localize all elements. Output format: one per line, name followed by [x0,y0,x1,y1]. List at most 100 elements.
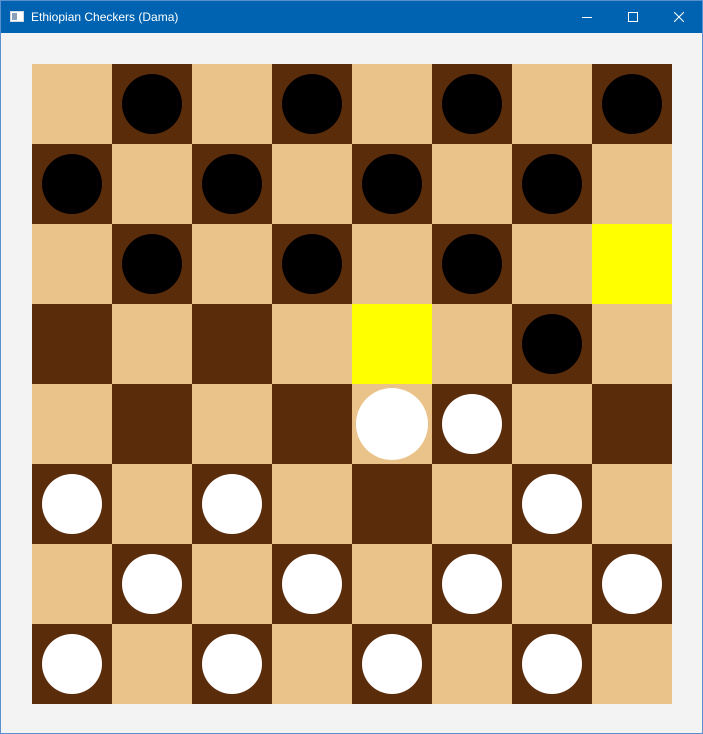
board-square-r2-c4 [352,224,432,304]
move-target-square-r2-c7[interactable] [592,224,672,304]
board-square-r0-c5[interactable] [432,64,512,144]
board-square-r4-c3[interactable] [272,384,352,464]
board-square-r6-c4 [352,544,432,624]
board-square-r7-c7 [592,624,672,704]
board-square-r0-c6 [512,64,592,144]
board-square-r6-c0 [32,544,112,624]
black-piece[interactable] [42,154,102,214]
board-square-r1-c0[interactable] [32,144,112,224]
board-square-r7-c1 [112,624,192,704]
board-square-r3-c1 [112,304,192,384]
board-square-r0-c2 [192,64,272,144]
white-piece[interactable] [362,634,422,694]
board-square-r0-c4 [352,64,432,144]
white-piece[interactable] [202,634,262,694]
selected-white-piece[interactable] [356,388,428,460]
board-square-r4-c7[interactable] [592,384,672,464]
white-piece[interactable] [42,634,102,694]
board-square-r4-c2 [192,384,272,464]
white-piece[interactable] [522,474,582,534]
black-piece[interactable] [602,74,662,134]
board-square-r5-c6[interactable] [512,464,592,544]
move-target-square-r3-c4[interactable] [352,304,432,384]
board-square-r1-c1 [112,144,192,224]
checkers-board[interactable] [32,64,672,704]
black-piece[interactable] [362,154,422,214]
title-bar[interactable]: Ethiopian Checkers (Dama) [1,1,702,33]
board-square-r4-c1[interactable] [112,384,192,464]
board-square-r2-c1[interactable] [112,224,192,304]
app-window: Ethiopian Checkers (Dama) [0,0,703,734]
white-piece[interactable] [122,554,182,614]
board-square-r0-c3[interactable] [272,64,352,144]
board-square-r6-c2 [192,544,272,624]
board-square-r6-c5[interactable] [432,544,512,624]
white-piece[interactable] [602,554,662,614]
board-square-r2-c0 [32,224,112,304]
white-piece[interactable] [522,634,582,694]
white-piece[interactable] [42,474,102,534]
black-piece[interactable] [522,154,582,214]
board-square-r5-c2[interactable] [192,464,272,544]
white-piece[interactable] [282,554,342,614]
white-piece[interactable] [442,554,502,614]
close-button[interactable] [656,1,702,33]
board-square-r6-c1[interactable] [112,544,192,624]
black-piece[interactable] [122,74,182,134]
app-window-icon [10,11,24,22]
board-square-r4-c6 [512,384,592,464]
game-area [1,33,702,733]
board-square-r3-c3 [272,304,352,384]
board-square-r1-c6[interactable] [512,144,592,224]
white-piece[interactable] [202,474,262,534]
board-square-r7-c2[interactable] [192,624,272,704]
maximize-button[interactable] [610,1,656,33]
board-square-r7-c0[interactable] [32,624,112,704]
board-square-r4-c0 [32,384,112,464]
board-square-r5-c1 [112,464,192,544]
board-square-r1-c7 [592,144,672,224]
black-piece[interactable] [442,74,502,134]
board-square-r1-c4[interactable] [352,144,432,224]
board-square-r1-c2[interactable] [192,144,272,224]
board-square-r3-c0[interactable] [32,304,112,384]
board-square-r5-c4[interactable] [352,464,432,544]
board-square-r1-c5 [432,144,512,224]
board-square-r7-c4[interactable] [352,624,432,704]
board-square-r4-c4 [352,384,432,464]
white-piece[interactable] [442,394,502,454]
board-square-r3-c7 [592,304,672,384]
board-square-r7-c5 [432,624,512,704]
board-square-r2-c5[interactable] [432,224,512,304]
board-square-r3-c6[interactable] [512,304,592,384]
board-square-r5-c7 [592,464,672,544]
board-square-r6-c3[interactable] [272,544,352,624]
board-square-r3-c2[interactable] [192,304,272,384]
board-square-r5-c0[interactable] [32,464,112,544]
board-square-r0-c7[interactable] [592,64,672,144]
black-piece[interactable] [522,314,582,374]
board-square-r6-c7[interactable] [592,544,672,624]
board-square-r0-c0 [32,64,112,144]
black-piece[interactable] [282,234,342,294]
minimize-button[interactable] [564,1,610,33]
black-piece[interactable] [122,234,182,294]
board-square-r7-c3 [272,624,352,704]
board-square-r4-c5[interactable] [432,384,512,464]
window-title: Ethiopian Checkers (Dama) [31,10,179,24]
board-square-r5-c3 [272,464,352,544]
black-piece[interactable] [442,234,502,294]
board-square-r2-c6 [512,224,592,304]
board-square-r7-c6[interactable] [512,624,592,704]
minimize-icon [582,17,592,18]
black-piece[interactable] [282,74,342,134]
board-square-r0-c1[interactable] [112,64,192,144]
board-square-r2-c3[interactable] [272,224,352,304]
close-icon [674,12,684,22]
board-square-r5-c5 [432,464,512,544]
maximize-icon [628,12,638,22]
board-square-r3-c5 [432,304,512,384]
board-square-r2-c2 [192,224,272,304]
black-piece[interactable] [202,154,262,214]
board-square-r6-c6 [512,544,592,624]
